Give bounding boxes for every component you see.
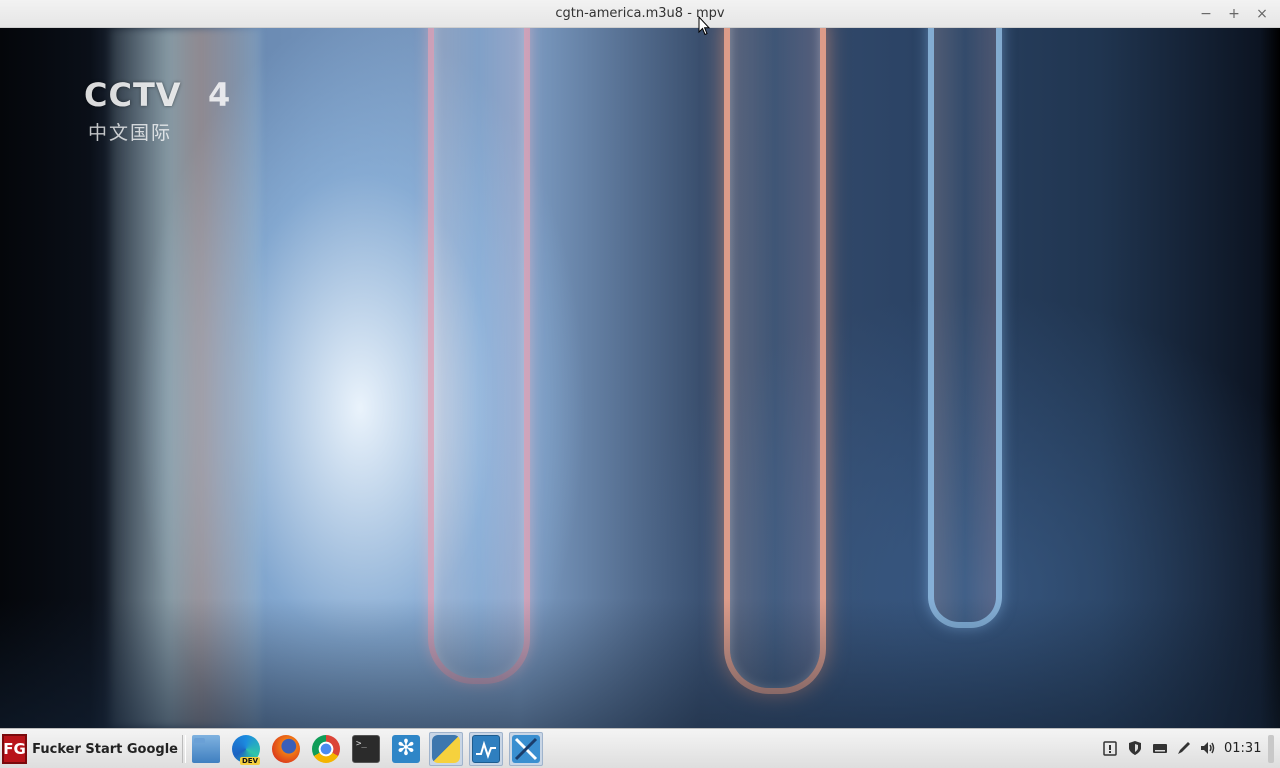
- terminal-icon: >_: [352, 735, 380, 763]
- launcher-tool-app[interactable]: [509, 732, 543, 766]
- mouse-cursor-icon: [698, 16, 710, 36]
- file-manager-icon: [192, 735, 220, 763]
- channel-logo-subtitle: 中文国际: [88, 122, 173, 144]
- volume-icon[interactable]: [1200, 740, 1216, 756]
- taskbar: FG Fucker Start Google DEV >_ ✻ 01:31: [0, 728, 1280, 768]
- window-title: cgtn-america.m3u8 - mpv: [555, 6, 725, 21]
- start-button[interactable]: FG Fucker Start Google: [2, 732, 178, 766]
- glass-tube: [724, 28, 826, 694]
- pen-icon[interactable]: [1176, 740, 1192, 756]
- clipboard-icon[interactable]: [1102, 740, 1118, 756]
- edge-dev-icon: DEV: [232, 735, 261, 765]
- channel-logo-number: 4: [208, 76, 231, 114]
- floor-shadow: [0, 598, 1280, 728]
- close-button[interactable]: ×: [1252, 4, 1272, 24]
- chrome-icon: [312, 735, 340, 763]
- launcher-firefox[interactable]: [269, 732, 303, 766]
- taskbar-grip[interactable]: [1268, 735, 1274, 763]
- firefox-icon: [272, 735, 300, 763]
- launcher-file-manager[interactable]: [189, 732, 223, 766]
- keyboard-icon[interactable]: [1152, 740, 1168, 756]
- window-titlebar[interactable]: cgtn-america.m3u8 - mpv − + ×: [0, 0, 1280, 28]
- system-monitor-icon: [472, 735, 500, 763]
- edge-dev-badge: DEV: [240, 757, 261, 765]
- taskbar-separator: [182, 735, 186, 763]
- glass-tube: [428, 28, 530, 684]
- launcher-snowflake[interactable]: ✻: [389, 732, 423, 766]
- video-frame[interactable]: CCTV 4 中文国际: [0, 28, 1280, 728]
- start-label: Fucker Start Google: [32, 741, 178, 757]
- launcher-system-monitor[interactable]: [469, 732, 503, 766]
- launcher-terminal[interactable]: >_: [349, 732, 383, 766]
- glass-tube: [928, 28, 1002, 628]
- launcher-edge-dev[interactable]: DEV: [229, 732, 263, 766]
- terminal-prompt: >_: [356, 739, 367, 749]
- channel-logo-text: CCTV: [84, 76, 182, 114]
- maximize-button[interactable]: +: [1224, 4, 1244, 24]
- launcher-python[interactable]: [429, 732, 463, 766]
- channel-logo: CCTV 4 中文国际: [84, 76, 254, 146]
- start-logo-icon: FG: [2, 734, 28, 764]
- snowflake-icon: ✻: [392, 735, 420, 763]
- tool-app-icon: [512, 735, 540, 763]
- shield-icon[interactable]: [1127, 740, 1143, 756]
- launcher-chrome[interactable]: [309, 732, 343, 766]
- minimize-button[interactable]: −: [1196, 4, 1216, 24]
- clock[interactable]: 01:31: [1224, 741, 1261, 756]
- python-icon: [432, 735, 460, 763]
